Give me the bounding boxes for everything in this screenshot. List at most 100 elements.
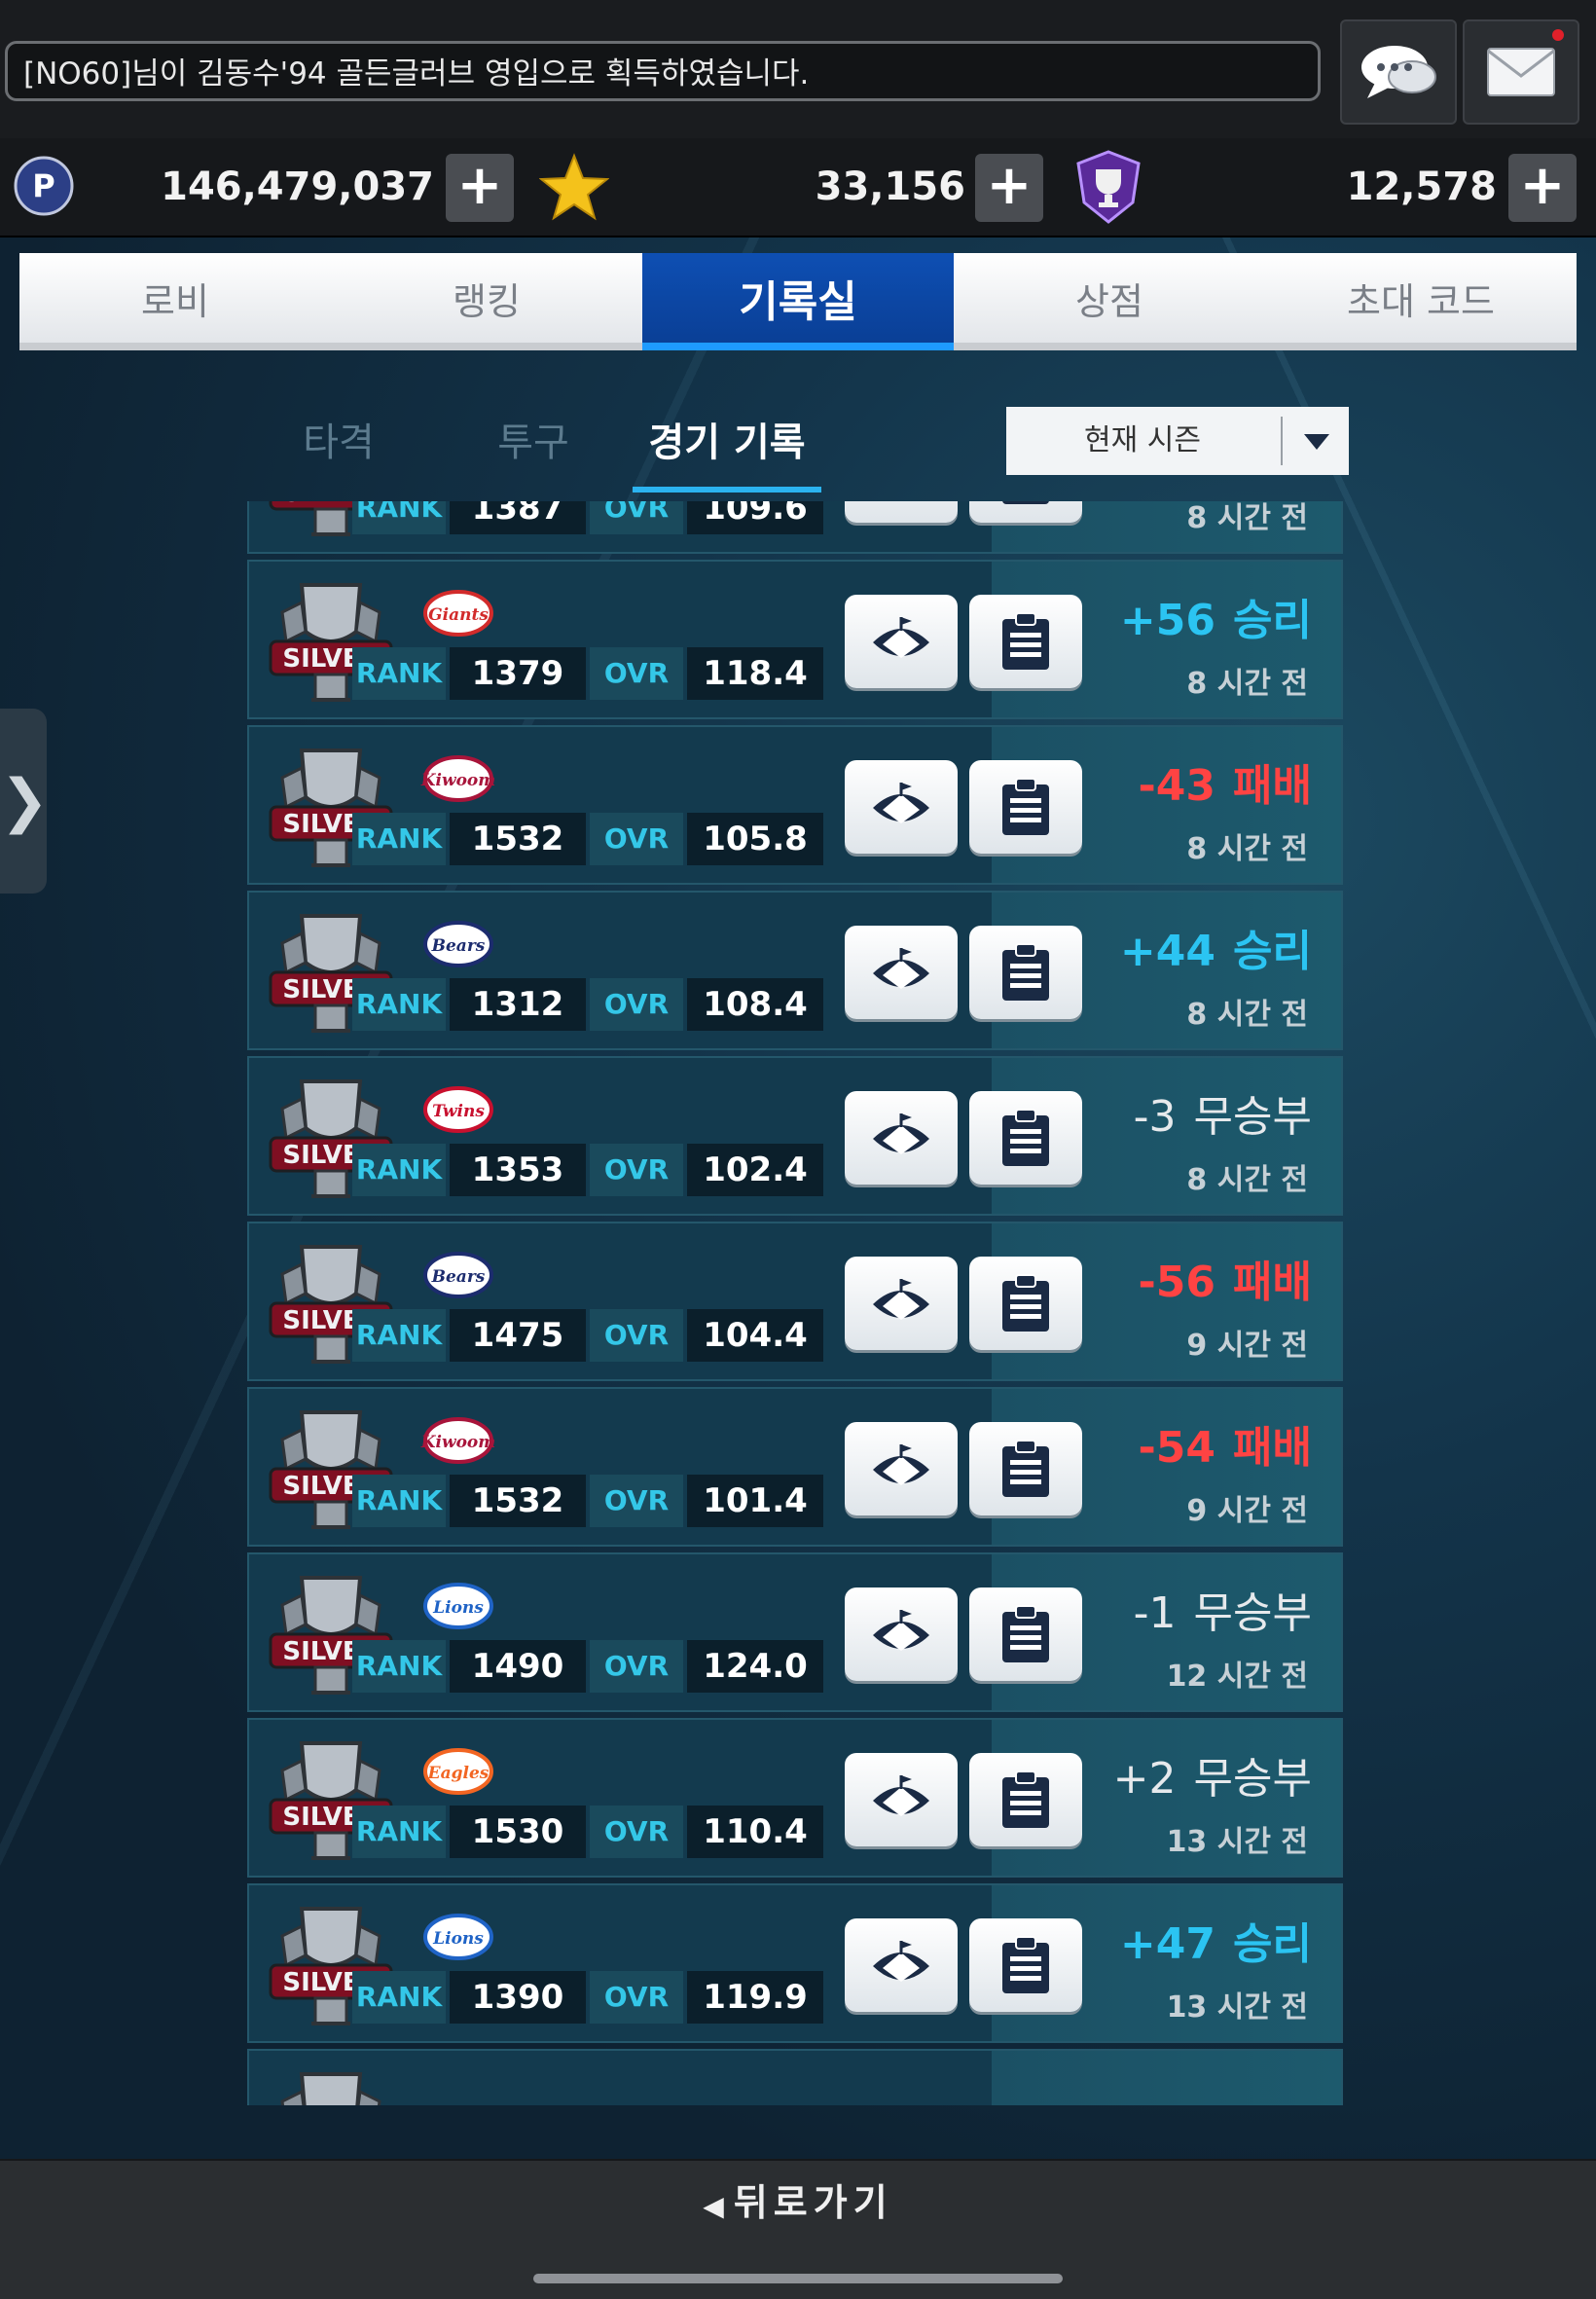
add-points-button[interactable]: + (446, 154, 514, 222)
stadium-icon (873, 617, 929, 658)
rank-value: 1353 (450, 1144, 586, 1196)
match-row: SILVER Kiwoom RANK 1532 OVR 101.4 -54 패배 9 시간 전 (247, 1387, 1343, 1547)
result-label: 승리 (1233, 1919, 1312, 1969)
chevron-down-icon (1304, 434, 1329, 450)
tab-records[interactable]: 기록실 (642, 253, 954, 350)
rank-value: 1387 (450, 501, 586, 534)
result-label: 승리 (1233, 927, 1312, 976)
result-label: 무승부 (1193, 1092, 1312, 1142)
ovr-label: OVR (590, 1144, 683, 1196)
ovr-value: 119.9 (687, 1971, 823, 2024)
team-logo-icon: Lions (423, 1583, 493, 1629)
add-stars-button[interactable]: + (975, 154, 1043, 222)
match-result: -3 무승부 (1134, 1081, 1312, 1144)
stadium-icon (867, 501, 935, 504)
box-score-button[interactable] (969, 595, 1082, 688)
team-logo-icon: Bears (423, 1252, 493, 1298)
match-result: -43 패배 (1139, 750, 1312, 813)
match-time: 9 시간 전 (1186, 1329, 1308, 1363)
side-panel-handle[interactable]: ❯ (0, 709, 49, 894)
subtab-game-records[interactable]: 경기 기록 (633, 409, 821, 493)
rank-value: 1390 (450, 1971, 586, 2024)
result-label: 무승부 (1193, 1754, 1312, 1804)
ovr-label: OVR (590, 978, 683, 1031)
stadium-icon (873, 783, 929, 823)
stadium-button[interactable] (845, 501, 958, 523)
stars-value: 33,156 (815, 164, 965, 209)
rank-value: 1312 (450, 978, 586, 1031)
tab-invite-code[interactable]: 초대 코드 (1265, 253, 1577, 350)
stadium-button[interactable] (845, 926, 958, 1019)
rank-value: 1532 (450, 1475, 586, 1527)
match-row: SILVER Giants RANK 1379 OVR 118.4 +56 승리 8 시간 전 (247, 560, 1343, 719)
add-trophies-button[interactable]: + (1508, 154, 1577, 222)
back-arrow-icon: ◀ (703, 2190, 724, 2222)
box-score-button[interactable] (969, 1753, 1082, 1846)
stadium-button[interactable] (845, 1257, 958, 1350)
tab-shop[interactable]: 상점 (954, 253, 1265, 350)
chat-button[interactable] (1340, 19, 1457, 125)
result-label: 패배 (1233, 1423, 1312, 1473)
clipboard-icon (1002, 1936, 1049, 1993)
rank-point-change: +2 (1112, 1754, 1177, 1804)
match-row: SILVER Twins RANK 1353 OVR 102.4 -3 무승부 8 시간 전 (247, 1056, 1343, 1216)
stadium-button[interactable] (845, 1918, 958, 2012)
stadium-icon (873, 1941, 929, 1982)
tab-lobby[interactable]: 로비 (19, 253, 331, 350)
stadium-button[interactable] (845, 760, 958, 854)
stadium-button[interactable] (845, 1587, 958, 1681)
trophies-value: 12,578 (1346, 164, 1497, 209)
season-dropdown[interactable]: 현재 시즌 (1006, 407, 1349, 475)
ovr-value: 110.4 (687, 1806, 823, 1858)
rank-label: RANK (352, 1806, 446, 1858)
back-label: 뒤로가기 (733, 2181, 893, 2224)
ovr-value: 104.4 (687, 1309, 823, 1362)
ovr-label: OVR (590, 813, 683, 865)
ovr-label: OVR (590, 1806, 683, 1858)
ovr-value: 105.8 (687, 813, 823, 865)
box-score-button[interactable] (969, 1918, 1082, 2012)
box-score-button[interactable] (969, 501, 1082, 523)
home-indicator (533, 2274, 1063, 2283)
match-time: 13 시간 전 (1166, 1825, 1308, 1859)
team-logo-text: Twins (432, 1102, 485, 1121)
box-score-button[interactable] (969, 1422, 1082, 1515)
ovr-label: OVR (590, 1971, 683, 2024)
back-button[interactable]: ◀ 뒤로가기 (0, 2172, 1596, 2226)
rank-label: RANK (352, 647, 446, 700)
stadium-button[interactable] (845, 1091, 958, 1185)
bottom-bar: ◀ 뒤로가기 (0, 2159, 1596, 2299)
box-score-button[interactable] (969, 1587, 1082, 1681)
rank-value: 1490 (450, 1640, 586, 1693)
match-result: +56 승리 (1120, 585, 1312, 647)
stadium-icon (873, 1279, 929, 1320)
stadium-button[interactable] (845, 1422, 958, 1515)
currency-bar: P 146,479,037 + 33,156 + 12,578 + (0, 138, 1596, 237)
team-logo-icon: Twins (423, 1086, 493, 1133)
box-score-button[interactable] (969, 760, 1082, 854)
box-score-button[interactable] (969, 926, 1082, 1019)
clipboard-icon (1002, 943, 1049, 1001)
tab-ranking[interactable]: 랭킹 (331, 253, 642, 350)
team-logo-text: Kiwoom (420, 771, 496, 790)
match-record-list[interactable]: SILVERBearsRANK1387OVR109.68 시간 전SILVERG… (243, 501, 1351, 2105)
match-result: +2 무승부 (1113, 1743, 1312, 1806)
notice-ticker: [NO60]님이 김동수'94 골든글러브 영입으로 획득하였습니다. (5, 41, 1321, 101)
result-label: 무승부 (1193, 1588, 1312, 1638)
subtab-batting[interactable]: 타격 (282, 409, 395, 487)
stadium-button[interactable] (845, 1753, 958, 1846)
mail-button[interactable] (1463, 19, 1579, 125)
stadium-button[interactable] (845, 595, 958, 688)
dropdown-divider (1281, 417, 1283, 465)
match-time: 8 시간 전 (1186, 1163, 1308, 1197)
box-score-button[interactable] (969, 1091, 1082, 1185)
match-time: 8 시간 전 (1186, 832, 1308, 866)
box-score-button[interactable] (969, 1257, 1082, 1350)
subtab-pitching[interactable]: 투구 (477, 409, 590, 487)
rank-point-change: -43 (1138, 761, 1216, 811)
rank-label: RANK (352, 1144, 446, 1196)
ovr-value: 109.6 (687, 501, 823, 534)
team-logo-text: Kiwoom (420, 1433, 496, 1452)
match-time: 8 시간 전 (1186, 998, 1308, 1032)
rank-point-change: -54 (1138, 1423, 1216, 1473)
